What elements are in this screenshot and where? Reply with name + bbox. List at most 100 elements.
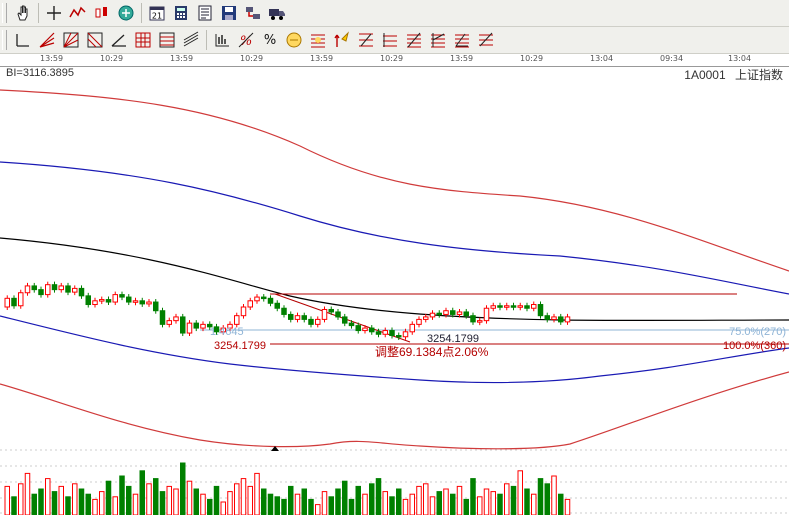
- volume-bar: [389, 496, 395, 515]
- angle-icon[interactable]: [108, 29, 130, 51]
- candle-body: [240, 306, 247, 317]
- volume-bar: [342, 480, 348, 515]
- candle-body: [65, 285, 71, 293]
- volume-series: [4, 462, 571, 515]
- volume-bar: [78, 488, 85, 515]
- line-tool-icon[interactable]: [12, 29, 34, 51]
- time-tick: 10:29: [380, 54, 404, 63]
- volume-bar: [510, 485, 517, 515]
- candle-body: [261, 296, 267, 300]
- volume-bar: [240, 478, 247, 515]
- arrow-icon[interactable]: [331, 29, 353, 51]
- time-tick: 13:04: [728, 54, 752, 63]
- volume-bar: [375, 478, 382, 515]
- trend-icon[interactable]: [67, 2, 89, 24]
- candle-body: [456, 311, 463, 315]
- volume-bar: [483, 488, 490, 515]
- candle-body: [409, 323, 415, 333]
- gold-split-icon[interactable]: [307, 29, 329, 51]
- volume-bar: [504, 483, 510, 515]
- volume-bar: [497, 493, 503, 515]
- fan-tool-icon[interactable]: [36, 29, 58, 51]
- volume-bar: [369, 483, 375, 515]
- candle-body: [423, 316, 429, 320]
- volume-bar: [294, 493, 301, 515]
- toolbar-separator: [38, 3, 39, 23]
- fibo-d-icon[interactable]: [427, 29, 449, 51]
- volume-bar: [146, 483, 152, 515]
- volume-bar: [99, 491, 105, 515]
- time-tick: 10:29: [100, 54, 124, 63]
- candle-body: [470, 315, 476, 323]
- percent-band-icon[interactable]: %: [235, 29, 257, 51]
- symbol-readout: 1A0001 上证指数: [678, 66, 783, 83]
- volume-bar: [31, 493, 37, 515]
- fibo-c-icon[interactable]: [403, 29, 425, 51]
- volume-bar: [126, 485, 132, 515]
- candle-body: [38, 289, 44, 296]
- volume-bar: [38, 488, 44, 515]
- calculator-icon[interactable]: [170, 2, 192, 24]
- price-chart[interactable]: 3254.1799 3254.1799 1.4645 调整69.1384点2.06% 7…: [0, 66, 789, 515]
- candle-body: [72, 287, 78, 293]
- network-icon[interactable]: [242, 2, 264, 24]
- candle-body: [504, 305, 510, 308]
- grid-icon[interactable]: [132, 29, 154, 51]
- volume-bar: [537, 478, 544, 515]
- svg-text:21: 21: [152, 12, 162, 21]
- candle-body: [45, 284, 51, 296]
- fibo-a-icon[interactable]: [355, 29, 377, 51]
- candle-body: [490, 305, 496, 309]
- fibo-f-icon[interactable]: [475, 29, 497, 51]
- low-price-label-right: 3254.1799: [427, 333, 479, 345]
- candle-body: [463, 311, 469, 317]
- percent-icon[interactable]: %: [259, 29, 281, 51]
- toolbar-grip[interactable]: [2, 3, 7, 23]
- calendar-21-icon[interactable]: 21: [146, 2, 168, 24]
- time-tick: 13:04: [590, 54, 614, 63]
- crosshair-icon[interactable]: [43, 2, 65, 24]
- candle-body: [288, 313, 294, 320]
- fibo-b-icon[interactable]: [379, 29, 401, 51]
- volume-bar: [207, 498, 213, 515]
- retracement-label: 调整69.1384点2.06%: [375, 344, 489, 359]
- speed-line-icon[interactable]: [84, 29, 106, 51]
- volume-bar: [186, 480, 193, 515]
- save-icon[interactable]: [218, 2, 240, 24]
- volume-bar: [416, 485, 422, 515]
- gann-icon[interactable]: [60, 29, 82, 51]
- candle-body: [126, 296, 132, 303]
- candle-body: [153, 301, 159, 312]
- volume-bar: [200, 493, 206, 515]
- volume-bar: [18, 483, 24, 515]
- chart-annotations: 3254.1799 3254.1799 1.4645 调整69.1384点2.06% 7…: [210, 326, 786, 451]
- upper-red-band: [0, 89, 789, 272]
- candle-body: [11, 297, 17, 307]
- candle-body: [510, 305, 517, 308]
- parallel-icon[interactable]: [180, 29, 202, 51]
- gold-icon[interactable]: [283, 29, 305, 51]
- volume-bar: [247, 485, 253, 515]
- bar-tool-icon[interactable]: [211, 29, 233, 51]
- chip-icon[interactable]: [115, 2, 137, 24]
- kline-icon[interactable]: [91, 2, 113, 24]
- candle-body: [58, 285, 64, 291]
- lower-red-band: [0, 371, 789, 450]
- volume-bar: [308, 498, 314, 515]
- volume-bar: [45, 478, 51, 515]
- candle-body: [132, 300, 139, 303]
- candle-body: [146, 301, 152, 305]
- hand-icon[interactable]: [12, 2, 34, 24]
- volume-bar: [443, 488, 449, 515]
- volume-bar: [450, 493, 456, 515]
- candle-body: [477, 320, 483, 323]
- box-icon[interactable]: [156, 29, 178, 51]
- document-icon[interactable]: [194, 2, 216, 24]
- toolbar-grip[interactable]: [2, 30, 7, 50]
- volume-bar: [564, 498, 571, 515]
- bi-readout: BI=3116.3895: [6, 67, 74, 79]
- volume-bar: [234, 483, 240, 515]
- fibo-e-icon[interactable]: [451, 29, 473, 51]
- truck-icon[interactable]: [266, 2, 288, 24]
- volume-bar: [58, 485, 64, 515]
